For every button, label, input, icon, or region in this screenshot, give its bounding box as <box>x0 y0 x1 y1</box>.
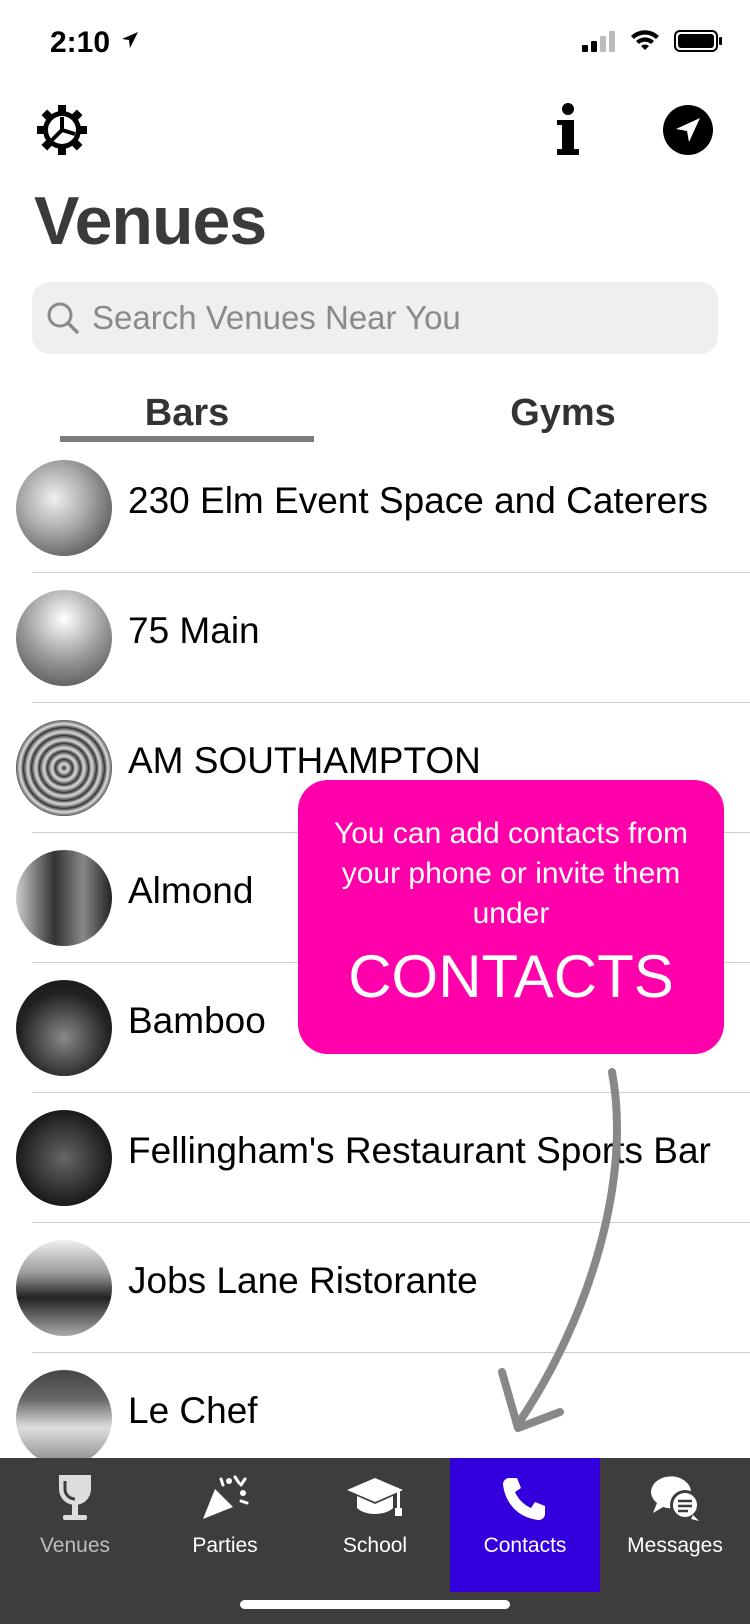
tab-gyms[interactable]: Gyms <box>436 392 690 435</box>
battery-icon <box>674 30 722 52</box>
row-divider <box>32 1352 750 1353</box>
location-button[interactable] <box>658 100 718 160</box>
row-divider <box>32 702 750 703</box>
tab-bars[interactable]: Bars <box>60 392 314 435</box>
contacts-tooltip[interactable]: You can add contacts from your phone or … <box>298 780 724 1054</box>
venue-name: Almond <box>128 870 254 911</box>
graduation-cap-icon <box>347 1478 403 1516</box>
info-icon <box>557 103 579 155</box>
venue-name: 230 Elm Event Space and Caterers <box>128 480 708 521</box>
venue-thumbnail <box>16 460 112 556</box>
tab-messages[interactable]: Messages <box>600 1458 750 1592</box>
venue-thumbnail <box>16 1110 112 1206</box>
party-popper-icon <box>203 1475 249 1519</box>
status-icons <box>582 30 722 52</box>
tab-label: Messages <box>627 1534 723 1557</box>
status-time-text: 2:10 <box>50 26 111 59</box>
venue-name: 75 Main <box>128 610 260 651</box>
tab-contacts[interactable]: Contacts <box>450 1458 600 1592</box>
venue-thumbnail <box>16 1370 112 1466</box>
tab-label: Parties <box>192 1534 258 1557</box>
info-button[interactable] <box>538 100 598 160</box>
tab-label: Venues <box>39 1534 111 1557</box>
page-title: Venues <box>34 183 267 259</box>
venue-name: Le Chef <box>128 1390 258 1431</box>
search-field[interactable]: Search Venues Near You <box>32 282 718 354</box>
tab-underline <box>60 436 314 442</box>
settings-button[interactable] <box>32 100 92 160</box>
venue-thumbnail <box>16 980 112 1076</box>
tab-label: Contacts <box>483 1534 567 1557</box>
venue-row[interactable]: 75 Main <box>0 590 750 720</box>
pointer-arrow-icon <box>498 1068 621 1432</box>
row-divider <box>32 572 750 573</box>
wifi-icon <box>631 30 659 50</box>
wine-glass-icon <box>59 1475 91 1520</box>
home-indicator <box>240 1600 510 1609</box>
status-time: 2:10 <box>50 26 140 60</box>
venue-thumbnail <box>16 590 112 686</box>
tab-parties[interactable]: Parties <box>150 1458 300 1592</box>
venue-thumbnail <box>16 850 112 946</box>
search-placeholder: Search Venues Near You <box>92 299 461 336</box>
venue-name: Jobs Lane Ristorante <box>128 1260 478 1301</box>
chat-bubbles-icon <box>650 1476 700 1521</box>
search-icon <box>47 302 79 334</box>
location-arrow-icon <box>122 32 139 48</box>
tab-venues[interactable]: Venues <box>0 1458 150 1592</box>
phone-icon <box>503 1478 545 1520</box>
venue-thumbnail <box>16 720 112 816</box>
tooltip-message: You can add contacts from your phone or … <box>333 817 689 930</box>
venue-name: AM SOUTHAMPTON <box>128 740 481 781</box>
navigation-arrow-icon <box>663 105 713 155</box>
tooltip-highlight: CONTACTS <box>348 943 674 1010</box>
venue-name: Bamboo <box>128 1000 266 1041</box>
gear-icon <box>37 105 87 155</box>
tab-school[interactable]: School <box>300 1458 450 1592</box>
row-divider <box>32 1092 750 1093</box>
row-divider <box>32 1222 750 1223</box>
venue-row[interactable]: 230 Elm Event Space and Caterers <box>0 460 750 590</box>
cellular-signal-icon <box>582 31 615 52</box>
venue-thumbnail <box>16 1240 112 1336</box>
tab-label: School <box>342 1534 408 1557</box>
